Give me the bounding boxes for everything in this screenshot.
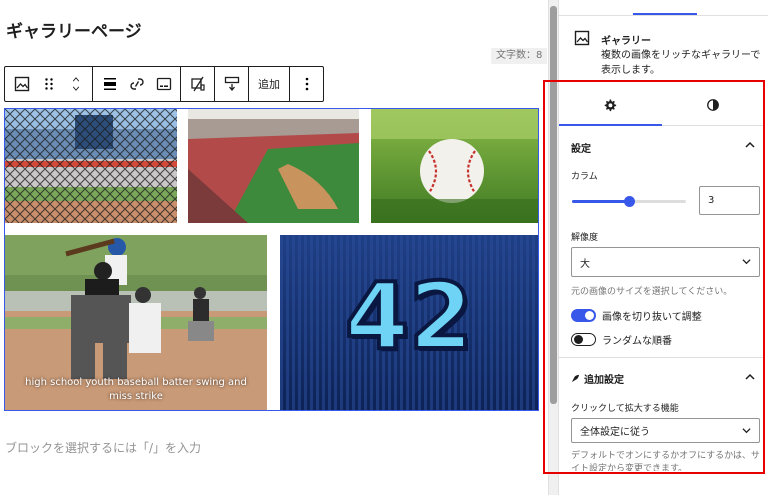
tab-settings[interactable] [559, 84, 662, 126]
crop-toggle-label: 画像を切り抜いて調整 [602, 312, 702, 323]
toolbar-group-block [5, 67, 93, 101]
sidebar-tab-indicator [633, 13, 697, 15]
gallery-block[interactable]: high school youth baseball batter swing … [4, 108, 539, 411]
block-type-button[interactable] [8, 67, 35, 101]
move-buttons[interactable] [62, 67, 89, 101]
text-overlay-button[interactable] [218, 67, 245, 101]
gallery-image-stadium-net[interactable] [5, 109, 177, 223]
settings-gear-icon [605, 98, 617, 111]
move-up-icon[interactable] [68, 75, 84, 84]
editor-canvas: ギャラリーページ 文字数：8 追加 high school youth base… [0, 0, 548, 495]
page-title[interactable]: ギャラリーページ [6, 17, 142, 42]
toolbar-group-overlay [215, 67, 249, 101]
gallery-icon [14, 76, 29, 92]
align-icon [103, 78, 116, 90]
settings-panel-title[interactable]: 設定 [571, 140, 591, 155]
toolbar-group-crop [181, 67, 215, 101]
add-button[interactable]: 追加 [252, 67, 286, 101]
more-options-button[interactable] [293, 67, 320, 101]
gallery-image-baseball[interactable] [371, 109, 538, 223]
styles-icon [706, 98, 719, 111]
move-down-icon[interactable] [68, 84, 84, 93]
inspector-tabs [559, 84, 764, 126]
block-card-description: 複数の画像をリッチなギャラリーで表示します。 [601, 50, 761, 76]
drag-handle[interactable] [35, 67, 62, 101]
crop-button[interactable] [184, 67, 211, 101]
more-icon [305, 77, 308, 91]
character-count-badge: 文字数：8 [491, 48, 548, 64]
gallery-image-number[interactable]: 42 [280, 235, 538, 410]
align-button[interactable] [96, 67, 123, 101]
block-toolbar: 追加 [4, 66, 324, 102]
crop-icon [190, 76, 205, 92]
sidebar-header-border [559, 15, 768, 16]
gallery-image-batter[interactable]: high school youth baseball batter swing … [5, 235, 267, 410]
lightbox-selected-value: 全体設定に従う [580, 427, 650, 438]
chevron-down-icon [742, 259, 751, 265]
crop-toggle-row[interactable]: 画像を切り抜いて調整 [571, 308, 702, 323]
block-card-title: ギャラリー [601, 36, 651, 47]
additional-settings-label: 追加設定 [584, 375, 624, 386]
resolution-help-text: 元の画像のサイズを選択してください。 [571, 287, 733, 297]
toolbar-group-add: 追加 [249, 67, 290, 101]
resolution-select[interactable]: 大 [571, 247, 760, 277]
resolution-selected-value: 大 [580, 258, 590, 270]
gallery-icon [574, 30, 590, 46]
toolbar-group-format [93, 67, 181, 101]
block-appender[interactable]: ブロックを選択するには「/」を入力 [5, 439, 201, 456]
tab-styles[interactable] [662, 84, 765, 125]
columns-range-slider[interactable] [572, 196, 686, 207]
resolution-label: 解像度 [571, 233, 599, 243]
image-caption[interactable]: high school youth baseball batter swing … [5, 376, 267, 404]
crop-toggle[interactable] [571, 309, 596, 322]
panel-divider [559, 357, 764, 358]
lightbox-help-text: デフォルトでオンにするかオフにするかは、サイト設定から変更できます。 [571, 451, 760, 471]
additional-settings-title[interactable]: 追加設定 [571, 371, 624, 386]
chevron-up-icon[interactable] [745, 372, 755, 382]
lightbox-select[interactable]: 全体設定に従う [571, 418, 760, 443]
plugin-icon [571, 374, 580, 383]
caption-button[interactable] [150, 67, 177, 101]
drag-icon [44, 78, 53, 90]
chevron-down-icon [742, 427, 751, 433]
columns-number-input[interactable]: 3 [699, 186, 760, 215]
caption-icon [156, 77, 171, 91]
link-button[interactable] [123, 67, 150, 101]
number-42-label: 42 [343, 261, 475, 372]
columns-range-fill [572, 200, 629, 203]
random-order-toggle-label: ランダムな順番 [602, 336, 672, 347]
random-order-toggle-row[interactable]: ランダムな順番 [571, 332, 672, 347]
scrollbar-thumb[interactable] [550, 6, 557, 404]
gallery-image-stadium[interactable] [188, 109, 359, 223]
editor-scrollbar[interactable] [548, 0, 558, 495]
random-order-toggle[interactable] [571, 333, 596, 346]
columns-label: カラム [571, 172, 598, 182]
chevron-up-icon[interactable] [745, 140, 755, 150]
toolbar-group-more [290, 67, 323, 101]
lightbox-label: クリックして拡大する機能 [571, 404, 679, 414]
text-overlay-icon [224, 76, 239, 92]
link-icon [129, 78, 144, 90]
columns-range-thumb[interactable] [624, 196, 635, 207]
